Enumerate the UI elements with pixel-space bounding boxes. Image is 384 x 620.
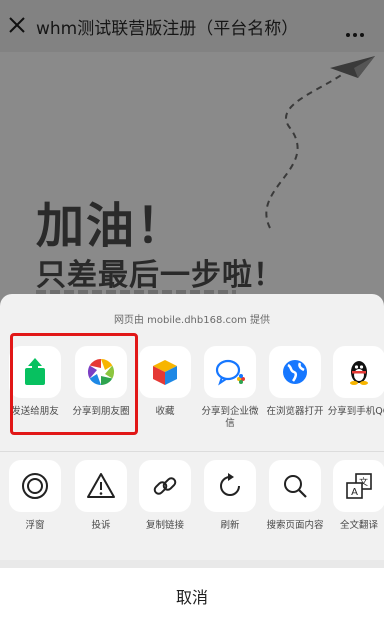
item-label: 在浏览器打开 bbox=[266, 406, 324, 417]
translate-icon: 文 A bbox=[346, 473, 372, 499]
item-label: 收藏 bbox=[155, 406, 175, 417]
svg-text:A: A bbox=[351, 487, 358, 498]
refresh-button[interactable]: 刷新 bbox=[198, 460, 262, 532]
favorite-cube-icon bbox=[153, 360, 177, 385]
qq-penguin-icon bbox=[350, 361, 368, 385]
complain-button[interactable]: 投诉 bbox=[69, 460, 133, 532]
link-icon bbox=[153, 477, 177, 495]
copy-link-button[interactable]: 复制链接 bbox=[133, 460, 197, 532]
provider-text: 网页由 mobile.dhb168.com 提供 bbox=[113, 315, 271, 326]
paper-plane-illustration bbox=[265, 56, 375, 229]
row-divider bbox=[0, 451, 384, 452]
tile bbox=[333, 346, 384, 398]
tile bbox=[204, 346, 256, 398]
close-icon[interactable] bbox=[6, 14, 28, 36]
item-label: 投诉 bbox=[91, 520, 111, 531]
more-options-icon[interactable] bbox=[346, 22, 368, 37]
tile bbox=[75, 460, 127, 512]
tile bbox=[9, 460, 61, 512]
item-label: 分享到手机QQ bbox=[327, 406, 384, 417]
cancel-button[interactable]: 取消 bbox=[0, 568, 384, 620]
page-title: whm测试联营版注册（平台名称） bbox=[36, 19, 299, 39]
search-icon bbox=[284, 475, 307, 498]
share-to-qq-button[interactable]: 分享到手机QQ bbox=[327, 346, 384, 418]
highlight-box bbox=[10, 333, 138, 435]
item-label: 刷新 bbox=[220, 520, 240, 531]
item-label: 全文翻译 bbox=[339, 520, 378, 531]
favorite-button[interactable]: 收藏 bbox=[133, 346, 197, 418]
item-label: 分享到企业微信 bbox=[201, 406, 259, 429]
separator bbox=[0, 560, 384, 568]
tile: 文 A bbox=[333, 460, 384, 512]
top-bar: whm测试联营版注册（平台名称） bbox=[0, 0, 384, 52]
headline-cheer: 加油！ bbox=[36, 198, 187, 254]
float-window-icon bbox=[22, 473, 48, 499]
tile bbox=[139, 346, 191, 398]
warning-icon bbox=[87, 473, 115, 498]
headline-last-step: 只差最后一步啦！ bbox=[36, 258, 284, 293]
refresh-icon bbox=[220, 473, 240, 496]
item-label: 搜索页面内容 bbox=[266, 520, 324, 531]
search-page-button[interactable]: 搜索页面内容 bbox=[263, 460, 327, 532]
open-in-browser-button[interactable]: 在浏览器打开 bbox=[263, 346, 327, 418]
item-label: 复制链接 bbox=[145, 520, 184, 531]
float-window-button[interactable]: 浮窗 bbox=[3, 460, 67, 532]
work-wechat-icon bbox=[215, 359, 245, 386]
globe-icon bbox=[283, 360, 307, 384]
tile bbox=[269, 346, 321, 398]
item-label: 浮窗 bbox=[25, 520, 45, 531]
tile bbox=[269, 460, 321, 512]
tile bbox=[204, 460, 256, 512]
translate-button[interactable]: 文 A 全文翻译 bbox=[327, 460, 384, 532]
tile bbox=[139, 460, 191, 512]
action-row: 浮窗 投诉 复制链接 刷新 搜索页面内容 文 A 全文翻译 bbox=[0, 460, 384, 570]
share-to-work-wechat-button[interactable]: 分享到企业微信 bbox=[198, 346, 262, 430]
cancel-label: 取消 bbox=[175, 588, 208, 607]
